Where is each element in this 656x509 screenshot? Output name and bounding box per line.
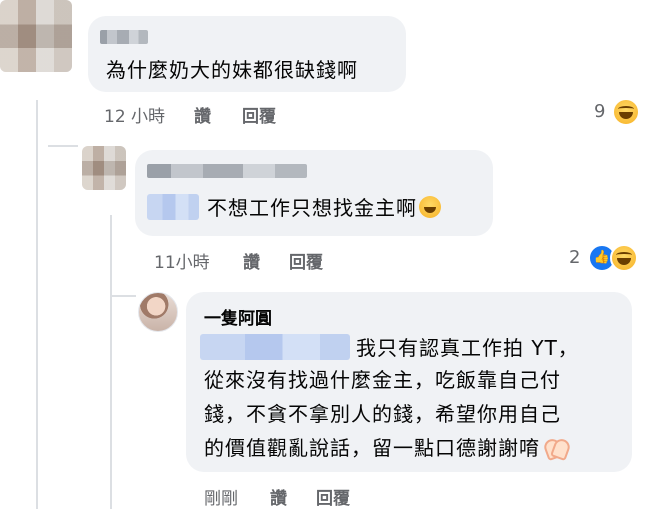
rofl-emoji-icon [419, 196, 441, 218]
comment-bubble: 一隻阿圓 我只有認真工作拍 YT， 從來沒有找過什麼金主，吃飯靠自己付 錢，不貪… [186, 292, 632, 472]
comment-line: 我只有認真工作拍 YT， [356, 336, 579, 360]
reply-button[interactable]: 回覆 [316, 484, 350, 509]
comment-line: 的價值觀亂說話，留一點口德謝謝唷 [204, 432, 570, 464]
thread-line [36, 100, 38, 509]
comment-line: 錢，不貪不拿別人的錢，希望你用自己 [204, 402, 561, 426]
author-name-blurred[interactable] [100, 30, 148, 44]
mentioned-user-blurred[interactable] [147, 194, 199, 220]
like-button[interactable]: 讚 [243, 248, 260, 273]
author-name-blurred[interactable] [147, 164, 307, 178]
comment-time[interactable]: 11小時 [154, 248, 210, 273]
heart-hands-emoji-icon [544, 437, 570, 457]
thread-line-nested [110, 215, 112, 509]
comment-time[interactable]: 12 小時 [104, 102, 165, 127]
comment-bubble: 為什麼奶大的妹都很缺錢啊 [88, 16, 406, 92]
comment-line: 從來沒有找過什麼金主，吃飯靠自己付 [204, 368, 561, 392]
author-name[interactable]: 一隻阿圓 [204, 304, 272, 329]
comment-line-text: 的價值觀亂說話，留一點口德謝謝唷 [204, 436, 540, 460]
mentioned-user-blurred[interactable] [200, 334, 350, 360]
reply-button[interactable]: 回覆 [242, 102, 276, 127]
thread-branch [48, 145, 78, 147]
avatar[interactable] [138, 292, 178, 332]
like-button[interactable]: 讚 [194, 102, 211, 127]
haha-icon[interactable] [610, 244, 638, 272]
haha-icon[interactable] [612, 98, 640, 126]
comment-time[interactable]: 剛剛 [204, 484, 238, 509]
avatar-blurred[interactable] [82, 146, 126, 190]
like-button[interactable]: 讚 [270, 484, 287, 509]
comment-text: 為什麼奶大的妹都很缺錢啊 [106, 58, 358, 82]
comment-text-content: 不想工作只想找金主啊 [207, 196, 417, 220]
thread-branch-nested [110, 295, 136, 297]
avatar-blurred[interactable] [0, 0, 72, 72]
reaction-count[interactable]: 2 [569, 247, 580, 268]
reaction-count[interactable]: 9 [594, 101, 605, 122]
comment-bubble: 不想工作只想找金主啊 [135, 150, 493, 236]
comment-text: 不想工作只想找金主啊 [207, 192, 441, 224]
reply-button[interactable]: 回覆 [289, 248, 323, 273]
